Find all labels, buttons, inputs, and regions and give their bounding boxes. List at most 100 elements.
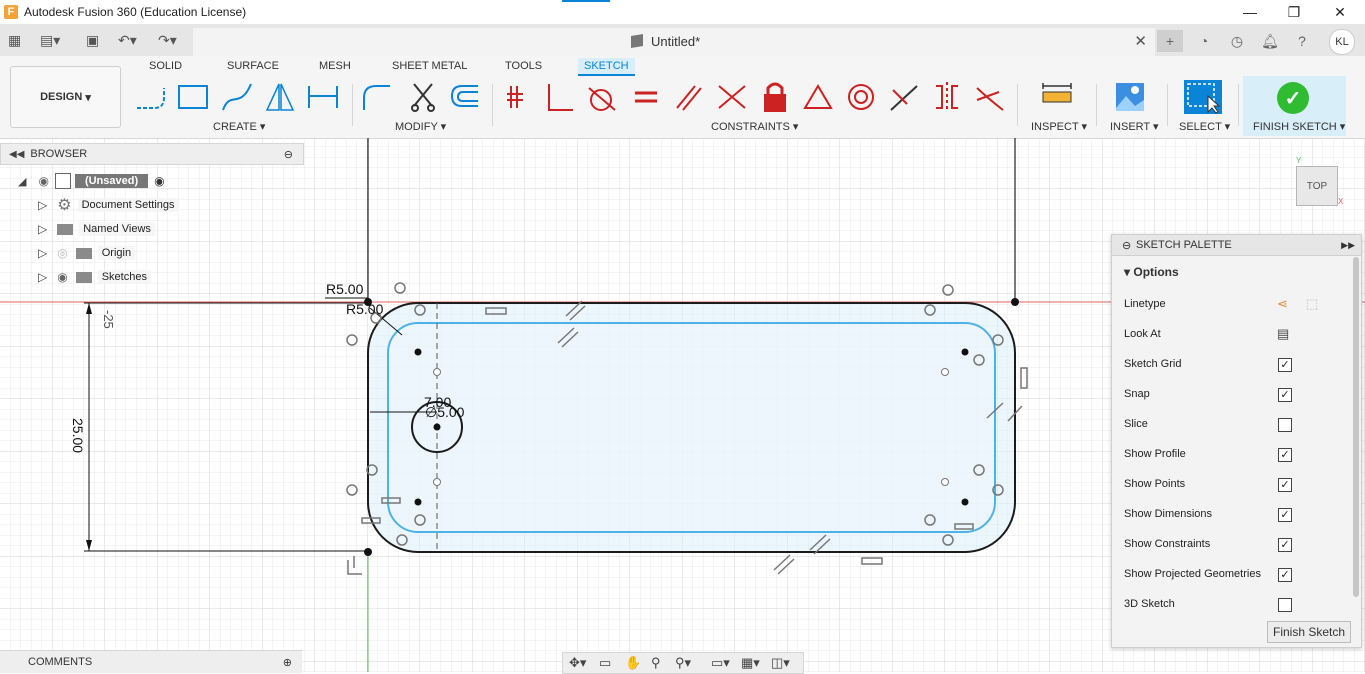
browser-item-sketches[interactable]: ▷ ◉ Sketches	[38, 267, 151, 287]
sketch-point[interactable]	[1011, 298, 1019, 306]
centerline-linetype-icon[interactable]: ⬚	[1306, 296, 1318, 312]
sketch-point[interactable]	[961, 348, 969, 356]
add-comment-icon[interactable]: ⊕	[283, 656, 292, 669]
3d-sketch-checkbox[interactable]	[1278, 598, 1292, 612]
snap-checkbox[interactable]: ✓	[1278, 388, 1292, 402]
curvature-constraint-icon[interactable]	[973, 80, 1007, 114]
document-tab[interactable]: Untitled* ✕	[193, 28, 1155, 56]
look-at-icon[interactable]: ▭	[599, 655, 611, 671]
show-constraints-checkbox[interactable]: ✓	[1278, 538, 1292, 552]
maximize-button[interactable]: ❐	[1271, 0, 1317, 24]
spline-tool-icon[interactable]	[220, 80, 254, 114]
tab-tools[interactable]: TOOLS	[499, 58, 548, 74]
panel-pin-icon[interactable]: ⊖	[284, 148, 293, 161]
select-group-label[interactable]: SELECT ▾	[1179, 120, 1230, 133]
sketch-point[interactable]	[941, 478, 949, 486]
tab-sketch[interactable]: SKETCH	[578, 58, 635, 76]
browser-item-origin[interactable]: ▷ ◎ Origin	[38, 243, 136, 263]
sketch-palette-header[interactable]: ⊖ SKETCH PALETTE ▶▶	[1112, 235, 1361, 256]
modify-group-label[interactable]: MODIFY ▾	[395, 120, 446, 133]
user-avatar[interactable]: KL	[1329, 29, 1355, 55]
palette-scrollbar[interactable]	[1353, 257, 1359, 597]
dimension-tool-icon[interactable]	[306, 80, 340, 114]
collapse-panel-icon[interactable]: ◀◀	[9, 149, 24, 160]
expand-arrow-icon[interactable]: ▷	[38, 246, 47, 260]
expand-triangle-icon[interactable]: ◢	[18, 175, 26, 188]
show-dimensions-checkbox[interactable]: ✓	[1278, 508, 1292, 522]
circle-center-point[interactable]	[433, 423, 441, 431]
trim-tool-icon[interactable]	[406, 80, 440, 114]
symmetry-constraint-icon[interactable]	[801, 80, 835, 114]
radius-dimension-inner[interactable]: R5.00	[346, 301, 383, 317]
visibility-eye-icon[interactable]: ◉	[57, 270, 67, 284]
perpendicular-constraint-icon[interactable]	[543, 80, 577, 114]
show-projected-geometries-checkbox[interactable]: ✓	[1278, 568, 1292, 582]
browser-item-named-views[interactable]: ▷ Named Views	[38, 219, 155, 239]
activate-radio-icon[interactable]: ◉	[154, 174, 164, 188]
construction-linetype-icon[interactable]: ⋖	[1277, 296, 1288, 312]
sketch-point[interactable]	[414, 348, 422, 356]
circle-diameter-dimension[interactable]: ∅5.00	[425, 404, 464, 421]
tab-surface[interactable]: SURFACE	[221, 58, 285, 74]
app-grid-icon[interactable]: ▦	[8, 30, 21, 50]
workspace-switcher[interactable]: DESIGN ▾	[10, 66, 121, 128]
tab-solid[interactable]: SOLID	[143, 58, 188, 74]
radius-dimension-outer[interactable]: R5.00	[326, 281, 363, 297]
sketch-point[interactable]	[433, 368, 441, 376]
job-status-icon[interactable]: ◷	[1225, 30, 1249, 52]
tab-sheet-metal[interactable]: SHEET METAL	[386, 58, 473, 74]
tab-mesh[interactable]: MESH	[313, 58, 357, 74]
fit-zoom-icon[interactable]: ⚲▾	[675, 655, 691, 671]
collapse-icon[interactable]: ⊖	[1122, 239, 1131, 252]
close-tab-icon[interactable]: ✕	[1134, 32, 1147, 50]
expand-arrow-icon[interactable]: ▷	[38, 222, 47, 236]
sketch-grid-checkbox[interactable]: ✓	[1278, 358, 1292, 372]
comments-panel[interactable]: COMMENTS ⊕	[0, 650, 302, 673]
close-window-button[interactable]: ✕	[1317, 0, 1363, 24]
sketch-point[interactable]	[364, 548, 372, 556]
expand-arrow-icon[interactable]: ▷	[38, 270, 47, 284]
constraints-group-label[interactable]: CONSTRAINTS ▾	[711, 120, 798, 133]
equal-constraint-icon[interactable]	[629, 80, 663, 114]
insert-image-icon[interactable]	[1113, 80, 1147, 114]
fillet-tool-icon[interactable]	[360, 80, 394, 114]
mirror-tool-icon[interactable]	[263, 80, 297, 114]
minimize-button[interactable]: —	[1227, 0, 1273, 24]
display-settings-icon[interactable]: ▭▾	[711, 655, 730, 671]
pan-hand-icon[interactable]: ✋	[625, 655, 641, 671]
horizontal-vertical-constraint-icon[interactable]	[930, 80, 964, 114]
extensions-icon[interactable]: ◔	[1192, 30, 1216, 52]
browser-item-document-settings[interactable]: ▷ ⚙ Document Settings	[38, 195, 179, 215]
concentric-constraint-icon[interactable]	[844, 80, 878, 114]
height-dimension-value[interactable]: 25.00	[70, 418, 86, 478]
redo-icon[interactable]: ↷▾	[158, 30, 177, 50]
measure-tool-icon[interactable]	[1040, 80, 1074, 114]
finish-sketch-button[interactable]: Finish Sketch	[1267, 621, 1351, 643]
sketch-point[interactable]	[941, 368, 949, 376]
view-cube[interactable]: TOP	[1296, 166, 1338, 206]
height-offset-value[interactable]: -25	[101, 310, 116, 329]
select-tool-icon[interactable]	[1184, 80, 1222, 114]
zoom-icon[interactable]: ⚲	[651, 655, 661, 671]
orbit-icon[interactable]: ✥▾	[569, 655, 586, 671]
expand-arrow-icon[interactable]: ▷	[38, 198, 47, 212]
undo-icon[interactable]: ↶▾	[118, 30, 137, 50]
offset-profile[interactable]	[387, 322, 996, 533]
collinear-constraint-icon[interactable]	[887, 80, 921, 114]
finish-sketch-group-label[interactable]: FINISH SKETCH ▾	[1253, 120, 1345, 133]
browser-panel-header[interactable]: ◀◀ BROWSER ⊖	[0, 143, 304, 165]
inspect-group-label[interactable]: INSPECT ▾	[1031, 120, 1087, 133]
coincident-constraint-icon[interactable]	[501, 80, 535, 114]
show-points-checkbox[interactable]: ✓	[1278, 478, 1292, 492]
midpoint-constraint-icon[interactable]	[715, 80, 749, 114]
show-profile-checkbox[interactable]: ✓	[1278, 448, 1292, 462]
create-group-label[interactable]: CREATE ▾	[213, 120, 265, 133]
options-section[interactable]: ▾ Options	[1124, 265, 1179, 279]
visibility-eye-icon[interactable]: ◉	[38, 174, 48, 188]
sketch-point[interactable]	[433, 478, 441, 486]
browser-root-item[interactable]: ◢ ◉ (Unsaved) ◉	[18, 171, 165, 191]
rectangle-tool-icon[interactable]	[176, 80, 210, 114]
new-tab-button[interactable]: +	[1157, 30, 1183, 52]
notifications-icon[interactable]: 🔔︎	[1258, 30, 1282, 52]
parallel-constraint-icon[interactable]	[671, 80, 705, 114]
